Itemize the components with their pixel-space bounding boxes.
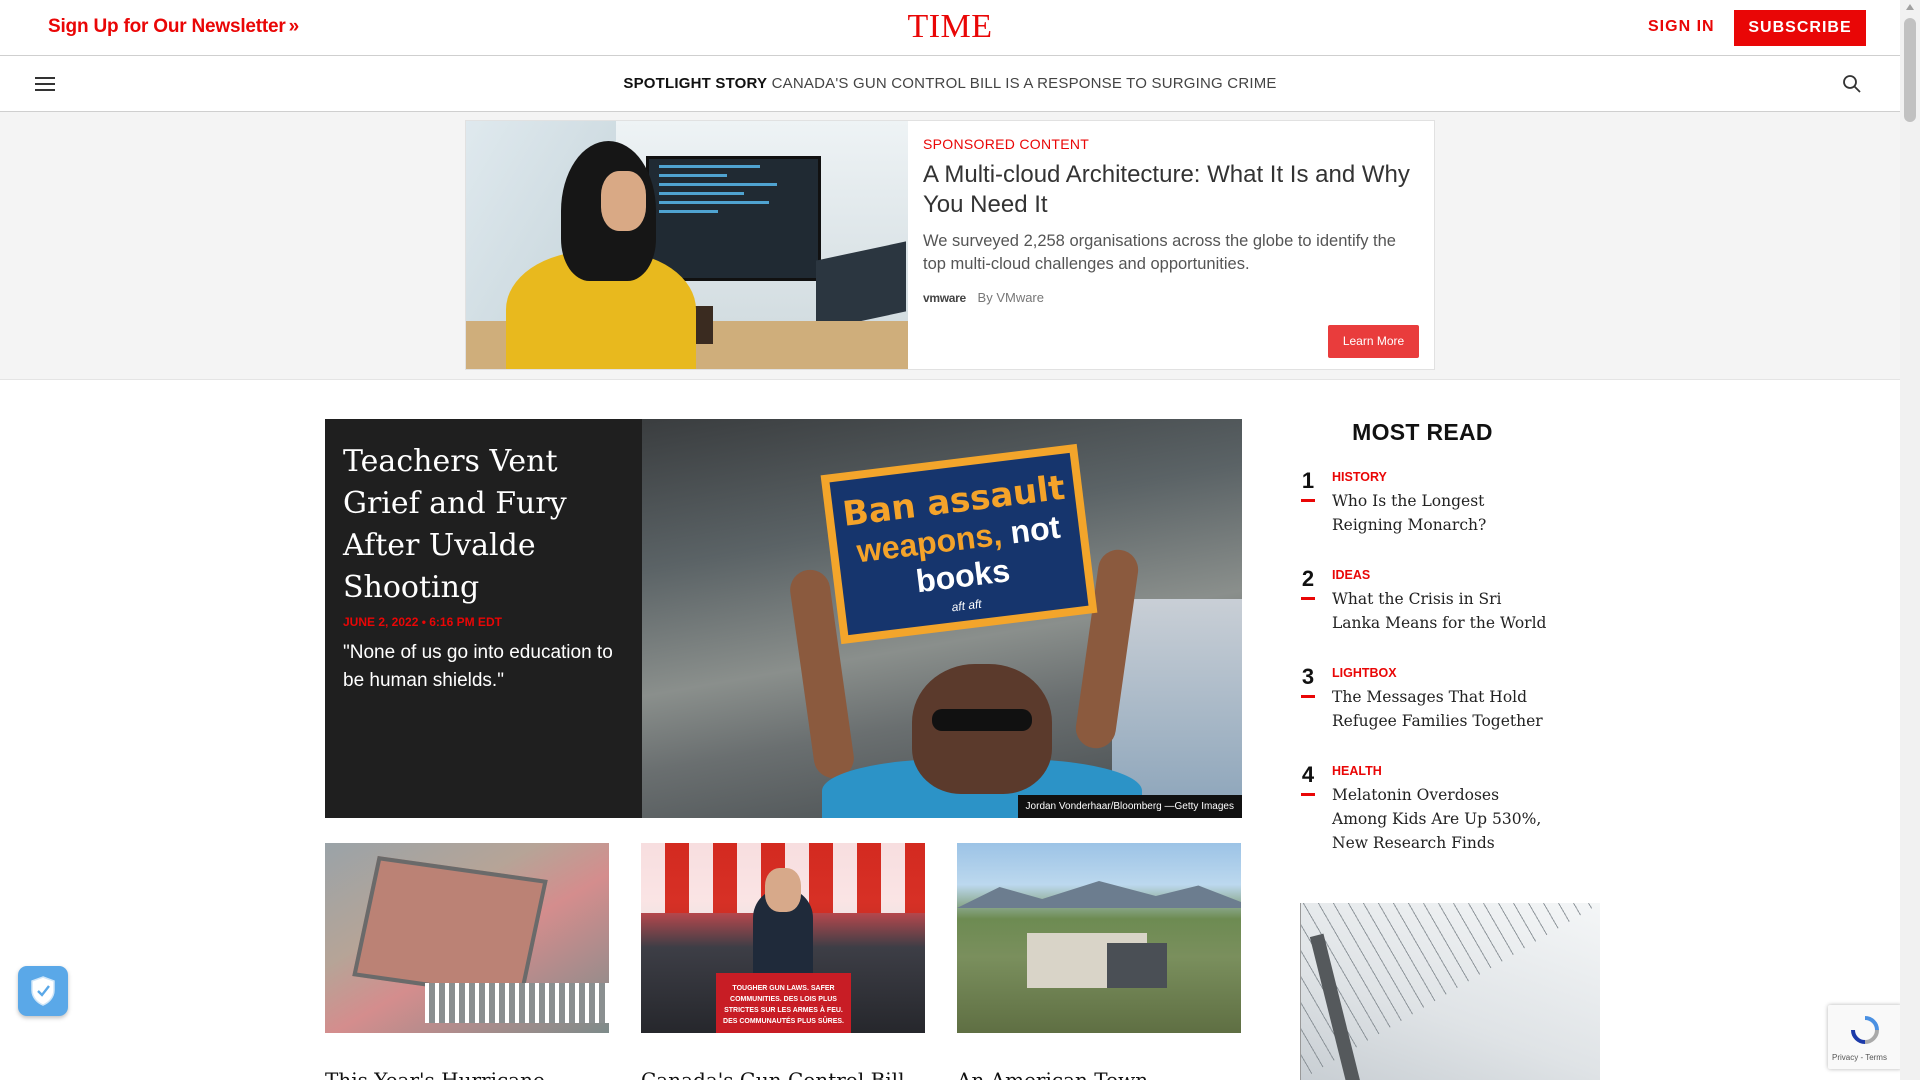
category-label[interactable]: HEALTH [1332,764,1382,778]
tile-headline[interactable]: An American Town [957,1068,1241,1080]
shield-check-icon[interactable] [18,966,68,1016]
category-label[interactable]: IDEAS [1332,568,1370,582]
most-read-item[interactable]: 2 IDEAS What the Crisis in Sri Lanka Mea… [1300,566,1600,664]
tile-headline[interactable]: This Year's Hurricane Season [325,1068,609,1080]
most-read-item[interactable]: 4 HEALTH Melatonin Overdoses Among Kids … [1300,762,1600,860]
story-tiles: TOUGHER GUN LAWS. SAFER COMMUNITIES. DES… [325,843,1242,1033]
recaptcha-badge[interactable]: Privacy - Terms [1828,1005,1902,1069]
ad-image [466,121,908,369]
subscribe-button[interactable]: SUBSCRIBE [1734,10,1866,46]
page-scrollbar[interactable] [1900,0,1920,1080]
sign-in-link[interactable]: SIGN IN [1648,18,1715,36]
most-read-panel: MOST READ 1 HISTORY Who Is the Longest R… [1300,419,1600,860]
spotlight-story-link[interactable]: SPOTLIGHT STORY CANADA'S GUN CONTROL BIL… [0,75,1900,92]
photo-credit: Jordan Vonderhaar/Bloomberg —Getty Image… [1017,795,1242,818]
sponsored-label: SPONSORED CONTENT [923,136,1090,152]
category-label[interactable]: LIGHTBOX [1332,666,1397,680]
hero-text: Teachers Vent Grief and Fury After Uvald… [343,441,633,695]
hero-date: JUNE 2, 2022 • 6:16 PM EDT [343,615,502,629]
most-read-headline[interactable]: What the Crisis in Sri Lanka Means for t… [1332,587,1552,635]
scrollbar-thumb[interactable] [1904,18,1916,122]
scroll-up-arrow-icon[interactable] [1906,4,1914,10]
most-read-title: MOST READ [1352,419,1493,445]
top-bar: Sign Up for Our Newsletter» TIME SIGN IN… [0,0,1900,56]
search-icon[interactable] [1842,74,1862,94]
learn-more-button[interactable]: Learn More [1328,325,1419,358]
rank-number: 3 [1301,664,1315,698]
most-read-headline[interactable]: Melatonin Overdoses Among Kids Are Up 53… [1332,783,1552,855]
recaptcha-links[interactable]: Privacy - Terms [1832,1053,1887,1062]
category-label[interactable]: HISTORY [1332,470,1387,484]
most-read-item[interactable]: 1 HISTORY Who Is the Longest Reigning Mo… [1300,468,1600,566]
hero-story[interactable]: Teachers Vent Grief and Fury After Uvald… [325,419,1242,818]
sign-line-2b: not [1008,508,1063,551]
spotlight-headline: CANADA'S GUN CONTROL BILL IS A RESPONSE … [771,75,1277,92]
tile-image-town[interactable] [957,843,1241,1033]
ad-byline: vmware By VMware [923,290,1423,305]
vmware-logo: vmware [923,291,966,305]
most-read-item[interactable]: 3 LIGHTBOX The Messages That Hold Refuge… [1300,664,1600,762]
spotlight-bar: SPOTLIGHT STORY CANADA'S GUN CONTROL BIL… [0,56,1900,112]
tile-headlines: This Year's Hurricane Season Canada's Gu… [325,1068,1242,1080]
tile-image-canada[interactable]: TOUGHER GUN LAWS. SAFER COMMUNITIES. DES… [641,843,925,1033]
sidebar-image[interactable] [1300,903,1600,1080]
hero-image[interactable]: Ban assault weapons, not books aft aft J… [642,419,1242,818]
protest-sign: Ban assault weapons, not books aft aft [820,443,1098,645]
rank-number: 2 [1301,566,1315,600]
spotlight-label: SPOTLIGHT STORY [623,75,768,92]
podium-sign: TOUGHER GUN LAWS. SAFER COMMUNITIES. DES… [716,973,851,1033]
hero-dek: "None of us go into education to be huma… [343,642,613,691]
tile-image-hurricane[interactable] [325,843,609,1033]
time-logo[interactable]: TIME [0,8,1900,46]
sponsored-ad-card[interactable]: SPONSORED CONTENT A Multi-cloud Architec… [465,120,1435,370]
hero-title[interactable]: Teachers Vent Grief and Fury After Uvald… [343,441,633,609]
rank-number: 1 [1301,468,1315,502]
ad-title[interactable]: A Multi-cloud Architecture: What It Is a… [923,160,1423,220]
most-read-headline[interactable]: Who Is the Longest Reigning Monarch? [1332,489,1552,537]
rank-number: 4 [1301,762,1315,796]
tile-headline[interactable]: Canada's Gun Control Bill Is [641,1068,925,1080]
ad-text: SPONSORED CONTENT A Multi-cloud Architec… [923,136,1423,305]
ad-by-label: By VMware [977,290,1044,305]
ad-zone: SPONSORED CONTENT A Multi-cloud Architec… [0,112,1900,380]
ad-description: We surveyed 2,258 organisations across t… [923,232,1396,273]
recaptcha-icon [1851,1016,1879,1044]
most-read-headline[interactable]: The Messages That Hold Refugee Families … [1332,685,1552,733]
